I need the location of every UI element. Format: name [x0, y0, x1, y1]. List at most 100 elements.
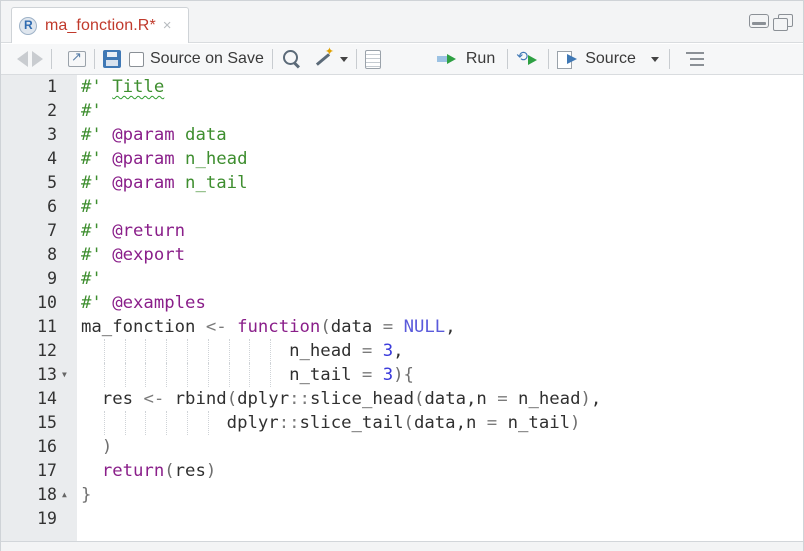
fold-collapse-icon[interactable]: ▼: [62, 363, 67, 387]
code-line[interactable]: 6 #': [1, 195, 803, 219]
code-line[interactable]: 5 #' @param n_tail: [1, 171, 803, 195]
source-options-button[interactable]: [646, 47, 659, 71]
toolbar-divider: [668, 49, 670, 69]
code-line[interactable]: 14 res <- rbind(dplyr::slice_head(data,n…: [1, 387, 803, 411]
find-replace-button[interactable]: [281, 47, 303, 71]
code-line[interactable]: 7 #' @return: [1, 219, 803, 243]
line-code: ): [101, 437, 113, 457]
line-code: }: [81, 485, 92, 505]
r-file-icon: [19, 16, 37, 35]
line-number: 15: [37, 413, 57, 432]
document-outline-button[interactable]: [685, 47, 704, 71]
toolbar-divider: [507, 49, 509, 69]
window-controls: [749, 14, 793, 31]
code-line[interactable]: 15 dplyr::slice_tail(data,n = n_tail): [1, 411, 803, 435]
toolbar-divider: [94, 49, 95, 69]
editor-toolbar: Source on Save Run Source: [1, 44, 803, 75]
line-number: 1: [47, 77, 57, 96]
tab-ma-fonction[interactable]: ma_fonction.R* ×: [11, 7, 189, 43]
toolbar-divider: [51, 49, 52, 69]
code-line[interactable]: 2 #': [1, 99, 803, 123]
code-line[interactable]: 9 #': [1, 267, 803, 291]
source-icon: [557, 51, 581, 69]
source-button[interactable]: Source: [557, 47, 636, 71]
source-label: Source: [585, 50, 636, 67]
line-number: 13: [37, 365, 57, 384]
code-editor[interactable]: 1 #' Title 2 #' 3 #' @param data 4 #' @param n_…: [1, 75, 803, 541]
line-code: dplyr::slice_tail(data,n = n_tail): [81, 413, 581, 433]
maximize-icon[interactable]: [773, 14, 793, 31]
fold-expand-icon[interactable]: ▲: [62, 483, 67, 507]
run-button[interactable]: Run: [436, 47, 496, 71]
compile-report-button[interactable]: [364, 47, 381, 71]
line-code: res <- rbind(dplyr::slice_head(data,n = …: [81, 389, 602, 409]
forward-button[interactable]: [28, 47, 43, 71]
code-tools-button[interactable]: [311, 45, 348, 71]
line-code: n_head = 3,: [81, 341, 404, 361]
notebook-icon: [364, 49, 381, 69]
close-icon[interactable]: ×: [163, 17, 172, 34]
tab-bar: ma_fonction.R* ×: [1, 1, 803, 43]
status-bar: [1, 541, 803, 551]
chevron-down-icon: [650, 56, 659, 62]
line-code: return(res): [101, 461, 217, 481]
chevron-down-icon: [339, 56, 348, 62]
editor-window: ma_fonction.R* × Source on Save Run: [0, 0, 804, 551]
code-line[interactable]: 11 ma_fonction <- function(data = NULL,: [1, 315, 803, 339]
line-number: 6: [47, 197, 57, 216]
code-line[interactable]: 16 ): [1, 435, 803, 459]
code-line[interactable]: 13 ▼ n_tail = 3){: [1, 363, 803, 387]
back-button[interactable]: [17, 47, 28, 71]
line-code: #' Title: [81, 77, 165, 97]
line-number: 8: [47, 245, 57, 264]
line-number: 18: [37, 485, 57, 504]
line-code: #' @export: [81, 245, 186, 265]
line-code: #': [81, 269, 102, 289]
tab-title: ma_fonction.R*: [45, 16, 156, 34]
line-number: 11: [37, 317, 57, 336]
line-code: #' @examples: [81, 293, 206, 313]
arrow-left-icon: [17, 51, 28, 67]
source-on-save-checkbox[interactable]: [129, 51, 144, 67]
source-on-save-label: Source on Save: [150, 50, 264, 67]
line-number: 5: [47, 173, 57, 192]
line-number: 10: [37, 293, 57, 312]
run-arrow-icon: [436, 53, 463, 65]
code-line[interactable]: 10 #' @examples: [1, 291, 803, 315]
toolbar-divider: [355, 49, 357, 69]
rerun-button[interactable]: [516, 47, 540, 71]
code-line[interactable]: 19: [1, 507, 803, 531]
popout-icon: [68, 49, 86, 67]
save-button[interactable]: [103, 47, 121, 71]
line-number: 3: [47, 125, 57, 144]
line-number: 9: [47, 269, 57, 288]
source-on-save-toggle[interactable]: Source on Save: [121, 47, 264, 71]
run-label: Run: [465, 50, 496, 67]
line-code: #' @return: [81, 221, 186, 241]
code-line[interactable]: 4 #' @param n_head: [1, 147, 803, 171]
line-code: #' @param n_head: [81, 149, 248, 169]
code-line[interactable]: 12 n_head = 3,: [1, 339, 803, 363]
outline-icon: [685, 52, 704, 66]
line-number: 19: [37, 509, 57, 528]
line-number: 12: [37, 341, 57, 360]
magic-wand-icon: [311, 45, 335, 70]
search-icon: [281, 48, 303, 70]
line-code: #': [81, 101, 102, 121]
code-line[interactable]: 8 #' @export: [1, 243, 803, 267]
toolbar-divider: [271, 49, 273, 69]
code-line[interactable]: 3 #' @param data: [1, 123, 803, 147]
code-line[interactable]: 18 ▲}: [1, 483, 803, 507]
show-in-new-window-button[interactable]: [60, 47, 86, 71]
minimize-icon[interactable]: [749, 14, 769, 28]
code-lines[interactable]: 1 #' Title 2 #' 3 #' @param data 4 #' @param n_…: [1, 75, 803, 531]
line-code: n_tail = 3){: [81, 365, 414, 385]
code-line[interactable]: 1 #' Title: [1, 75, 803, 99]
line-code: #' @param data: [81, 125, 227, 145]
arrow-right-icon: [32, 51, 43, 67]
line-number: 17: [37, 461, 57, 480]
line-number: 16: [37, 437, 57, 456]
code-line[interactable]: 17 return(res): [1, 459, 803, 483]
line-code: #' @param n_tail: [81, 173, 248, 193]
line-number: 7: [47, 221, 57, 240]
